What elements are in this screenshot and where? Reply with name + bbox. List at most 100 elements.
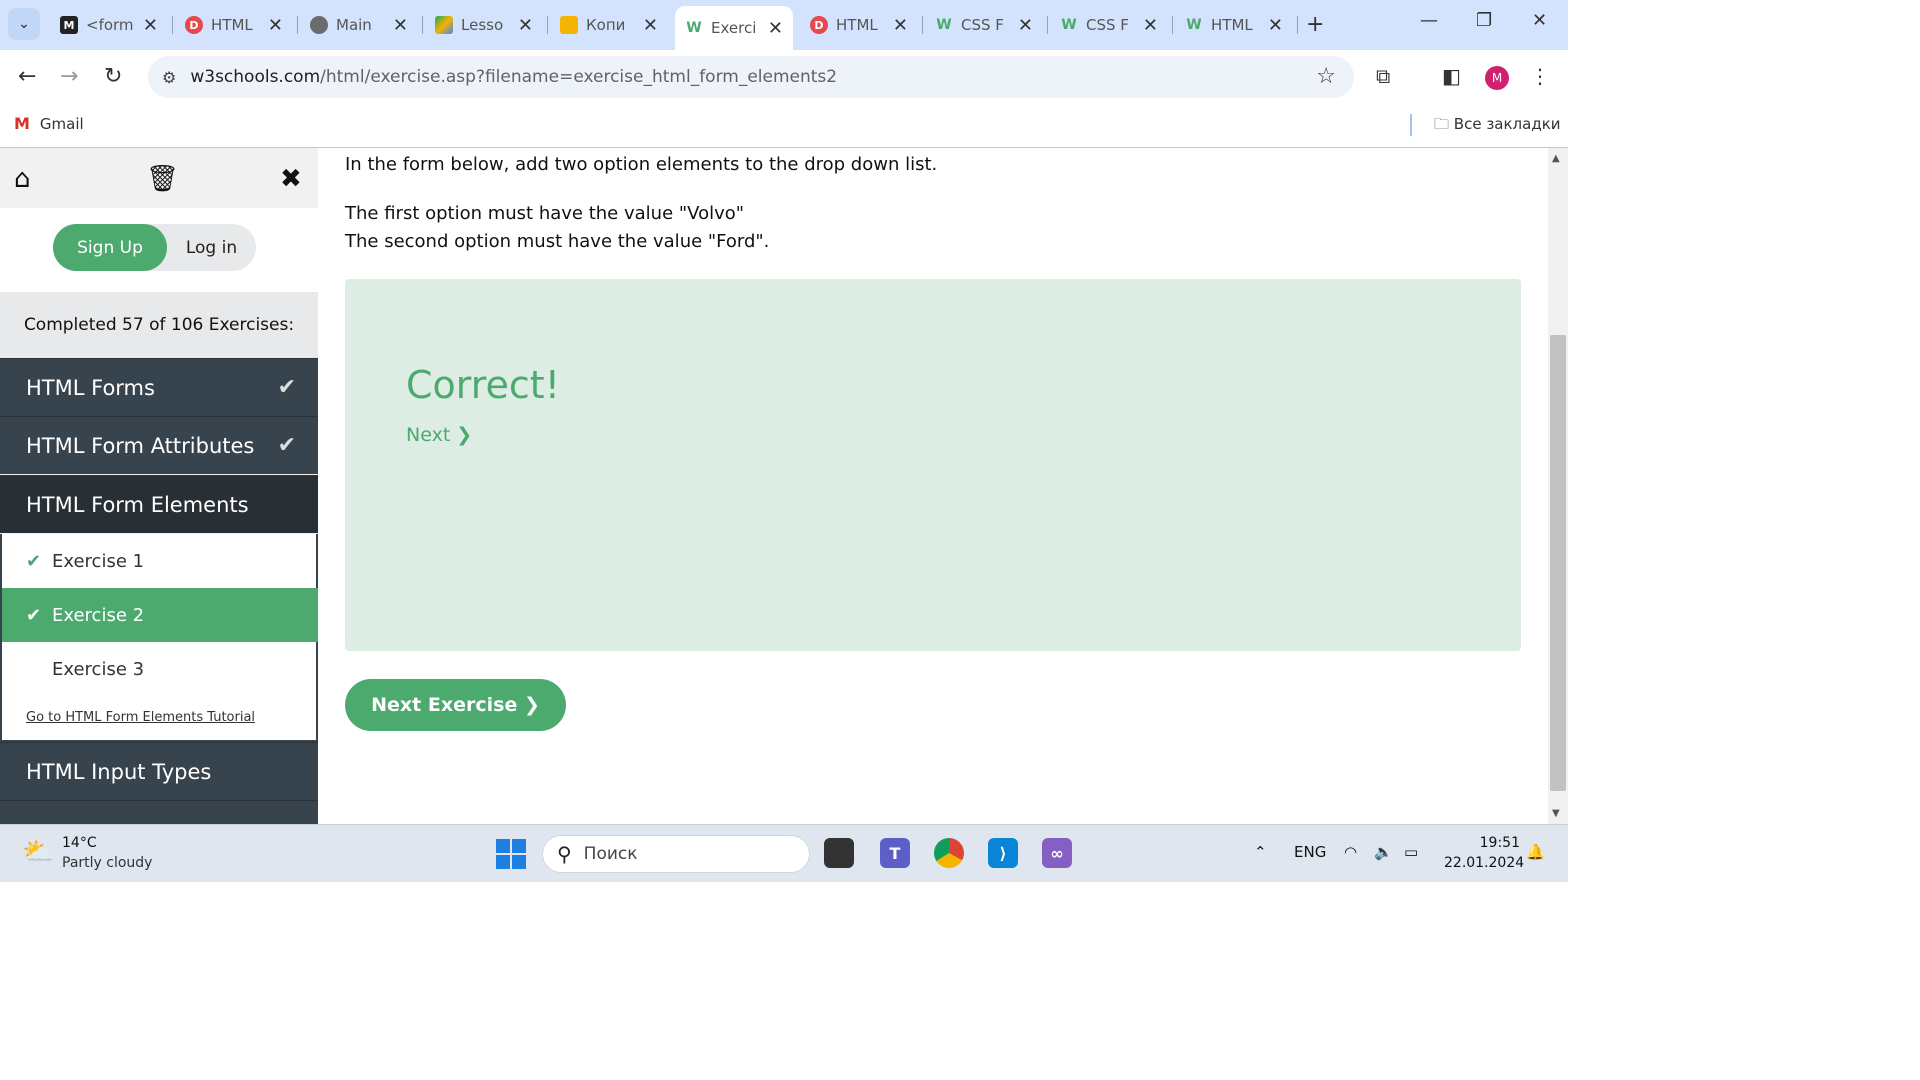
temperature[interactable]: 14°C	[62, 835, 97, 851]
close-tab-icon[interactable]: ✕	[393, 15, 408, 36]
close-tab-icon[interactable]: ✕	[893, 15, 908, 36]
tab[interactable]: M <form ✕	[50, 8, 168, 42]
wifi-icon[interactable]: ◠	[1344, 843, 1357, 861]
scroll-down-icon[interactable]: ▼	[1552, 808, 1560, 819]
browser-chrome: ⌄ M <form ✕ D HTML ✕ Main ✕ Lesso ✕ Копи	[0, 0, 1568, 148]
tab-favicon-icon: W	[686, 20, 702, 36]
tab-favicon-icon	[435, 16, 453, 34]
address-bar[interactable]: ⚙ w3schools.com/html/exercise.asp?filena…	[148, 56, 1354, 98]
instruction-text: In the form below, add two option elemen…	[345, 154, 938, 175]
task-view-icon[interactable]	[824, 838, 854, 868]
battery-icon[interactable]: ▭	[1404, 843, 1418, 861]
trash-icon[interactable]: 🗑	[146, 164, 179, 194]
section-html-forms[interactable]: HTML Forms ✔	[0, 358, 318, 416]
close-tab-icon[interactable]: ✕	[1268, 15, 1283, 36]
checkmark-icon: ✔	[26, 550, 42, 572]
tab[interactable]: D HTML ✕	[800, 8, 918, 42]
notifications-icon[interactable]: 🔔	[1526, 843, 1545, 861]
tab-favicon-icon: D	[810, 16, 828, 34]
bookmark-gmail[interactable]: M Gmail	[14, 114, 84, 133]
all-bookmarks[interactable]: 🗀 Все закладки	[1434, 114, 1561, 139]
taskbar: ⛅ 14°C Partly cloudy ⚲ Поиск T ⟩ ∞ ⌃ ENG…	[0, 824, 1568, 882]
scroll-up-icon[interactable]: ▲	[1552, 153, 1560, 164]
tab-active[interactable]: W Exerci ✕	[675, 6, 793, 50]
section-html-form-attributes[interactable]: HTML Form Attributes ✔	[0, 416, 318, 474]
close-tab-icon[interactable]: ✕	[1143, 15, 1158, 36]
auth-buttons: Sign Up Log in	[53, 224, 256, 271]
clock[interactable]: 19:51 22.01.2024	[1444, 833, 1524, 873]
windows-start-icon[interactable]	[496, 839, 526, 869]
search-icon: ⚲	[557, 842, 572, 866]
home-icon[interactable]: ⌂	[14, 164, 31, 194]
close-icon[interactable]: ✖	[280, 164, 302, 194]
tab-favicon-icon: W	[936, 17, 952, 33]
exercise-main: In the form below, add two option elemen…	[318, 148, 1548, 824]
close-tab-icon[interactable]: ✕	[643, 15, 658, 36]
result-title: Correct!	[406, 363, 560, 407]
close-tab-icon[interactable]: ✕	[143, 15, 158, 36]
forward-icon[interactable]: →	[60, 64, 78, 89]
tab-favicon-icon: W	[1186, 17, 1202, 33]
window-close-icon[interactable]: ✕	[1532, 10, 1547, 31]
new-tab-icon[interactable]: +	[1306, 12, 1324, 37]
bookmark-star-icon[interactable]: ☆	[1316, 64, 1336, 89]
tab-favicon-icon: D	[185, 16, 203, 34]
sidebar-icon-row: ⌂ 🗑 ✖	[0, 148, 318, 208]
section-html-form-elements[interactable]: HTML Form Elements	[0, 475, 318, 533]
exercise-sidebar: ⌂ 🗑 ✖ Sign Up Log in Completed 57 of 106…	[0, 148, 318, 824]
taskbar-search[interactable]: ⚲ Поиск	[542, 835, 810, 873]
weather-desc[interactable]: Partly cloudy	[62, 855, 152, 871]
tab-favicon-icon	[560, 16, 578, 34]
site-settings-icon[interactable]: ⚙	[162, 68, 176, 87]
partly-cloudy-icon: ⛅	[22, 837, 55, 867]
exercise-item-active[interactable]: ✔ Exercise 2	[2, 588, 318, 642]
teams-icon[interactable]: T	[880, 838, 910, 868]
tutorial-link[interactable]: Go to HTML Form Elements Tutorial	[26, 710, 255, 725]
exercise-item[interactable]: ✔ Exercise 1	[2, 534, 318, 588]
close-tab-icon[interactable]: ✕	[518, 15, 533, 36]
section-html-input-types[interactable]: HTML Input Types	[0, 742, 318, 800]
tab[interactable]: W HTML ✕	[1175, 8, 1293, 42]
chrome-icon[interactable]	[934, 838, 964, 868]
visual-studio-icon[interactable]: ∞	[1042, 838, 1072, 868]
close-tab-icon[interactable]: ✕	[268, 15, 283, 36]
restore-icon[interactable]: ❐	[1476, 10, 1492, 31]
tab[interactable]: D HTML ✕	[175, 8, 293, 42]
next-link[interactable]: Next ❯	[406, 424, 472, 446]
tab-favicon-icon: M	[60, 16, 78, 34]
close-tab-icon[interactable]: ✕	[768, 18, 783, 39]
tab[interactable]: Lesso ✕	[425, 8, 543, 42]
checkmark-icon: ✔	[277, 433, 296, 458]
scrollbar-thumb[interactable]	[1550, 335, 1566, 791]
menu-icon[interactable]: ⋮	[1530, 64, 1550, 88]
tab[interactable]: Main ✕	[300, 8, 418, 42]
tab[interactable]: Копи ✕	[550, 8, 668, 42]
exercise-item[interactable]: Exercise 3	[2, 642, 318, 696]
next-exercise-button[interactable]: Next Exercise ❯	[345, 679, 566, 731]
close-tab-icon[interactable]: ✕	[1018, 15, 1033, 36]
tab-search-button[interactable]: ⌄	[8, 8, 40, 40]
minimize-icon[interactable]: —	[1420, 10, 1438, 31]
signup-button[interactable]: Sign Up	[53, 224, 167, 271]
tab[interactable]: W CSS F ✕	[925, 8, 1043, 42]
language-indicator[interactable]: ENG	[1294, 843, 1326, 861]
url-text[interactable]: w3schools.com/html/exercise.asp?filename…	[190, 67, 837, 87]
tab-favicon-icon	[310, 16, 328, 34]
chevron-up-icon[interactable]: ⌃	[1254, 843, 1267, 861]
volume-icon[interactable]: 🔈	[1374, 843, 1393, 861]
profile-avatar[interactable]: M	[1485, 66, 1509, 90]
checkmark-icon: ✔	[26, 604, 42, 626]
checkmark-icon: ✔	[277, 375, 296, 400]
reload-icon[interactable]: ↻	[104, 64, 122, 89]
vscode-icon[interactable]: ⟩	[988, 838, 1018, 868]
tab-strip: ⌄ M <form ✕ D HTML ✕ Main ✕ Lesso ✕ Копи	[0, 0, 1568, 50]
instruction-text: The first option must have the value "Vo…	[345, 203, 745, 224]
tab[interactable]: W CSS F ✕	[1050, 8, 1168, 42]
bookmarks-bar: M Gmail 🗀 Все закладки	[0, 104, 1568, 148]
chevron-down-icon: ⌄	[18, 16, 30, 32]
section-next[interactable]	[0, 800, 318, 824]
back-icon[interactable]: ←	[18, 64, 36, 89]
extensions-icon[interactable]: ⧉	[1376, 64, 1390, 88]
side-panel-icon[interactable]: ◧	[1442, 64, 1461, 88]
login-button[interactable]: Log in	[167, 224, 256, 271]
